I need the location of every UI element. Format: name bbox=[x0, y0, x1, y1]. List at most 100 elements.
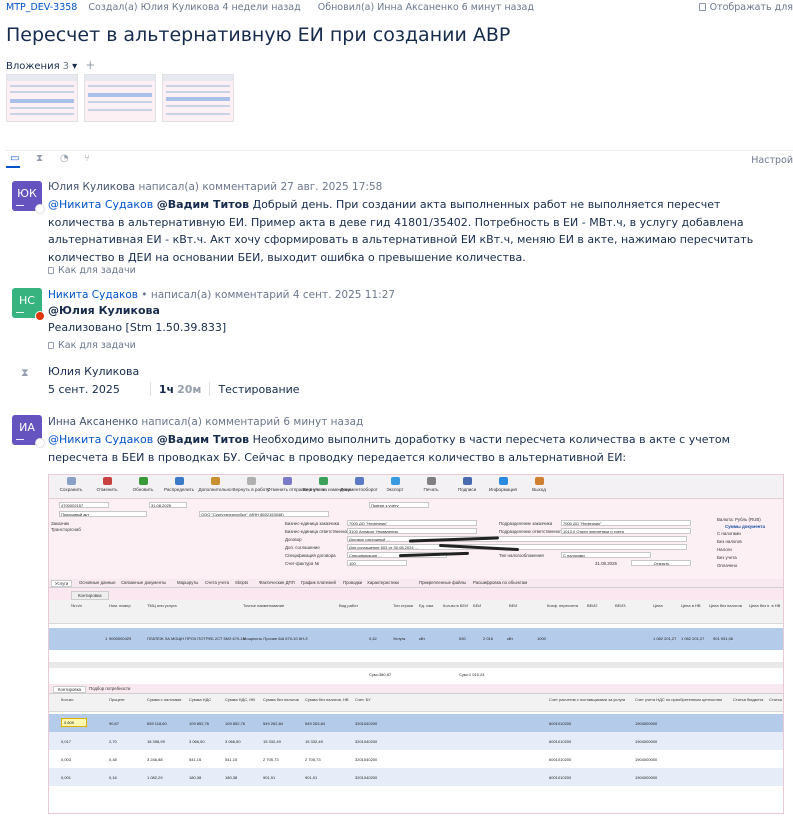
comment-author[interactable]: Никита Судаков bbox=[48, 289, 138, 301]
attachment-thumbnail[interactable] bbox=[84, 74, 156, 122]
screenshot-tab[interactable]: График платежей bbox=[301, 580, 336, 585]
toolbar-button[interactable]: Вернуть на изменение bbox=[303, 477, 351, 492]
form-label: Счет-фактура № bbox=[285, 561, 320, 566]
column-header[interactable]: Кол-во bbox=[61, 697, 73, 702]
form-label: Бизнес-единица заказчика bbox=[285, 521, 340, 526]
attachment-thumbnail[interactable] bbox=[162, 74, 234, 122]
column-header[interactable]: Цена без налогов bbox=[709, 603, 742, 608]
column-header[interactable]: Счет учета НДС по приобретенным ценностя… bbox=[635, 697, 722, 702]
screenshot-tab[interactable]: Skripts bbox=[235, 580, 248, 585]
form-label: Договор bbox=[285, 537, 302, 542]
screenshot-tab[interactable]: Связанные документы bbox=[121, 580, 166, 585]
mention-link[interactable]: @Вадим Титов bbox=[157, 198, 249, 211]
comment-text: Добрый день. При создании акта выполненн… bbox=[48, 198, 754, 264]
column-header[interactable]: Точное наименование bbox=[243, 603, 284, 608]
column-header[interactable]: Статья bbox=[769, 697, 782, 702]
tab-kontirovka[interactable]: Контировка bbox=[53, 686, 87, 693]
toolbar-button[interactable]: Обновить bbox=[123, 477, 163, 492]
column-header[interactable]: ВЕИ bbox=[509, 603, 517, 608]
column-header[interactable]: Цена в НВ bbox=[681, 603, 701, 608]
screenshot-tab[interactable]: Маршруты bbox=[177, 580, 198, 585]
open-button[interactable]: Открыть bbox=[631, 560, 691, 566]
toolbar-button[interactable]: Отменить bbox=[87, 477, 127, 492]
column-header[interactable]: ВЕИ2 bbox=[587, 603, 597, 608]
activity-settings-link[interactable]: Настрой bbox=[751, 155, 793, 166]
mention-link[interactable]: @Вадим Титов bbox=[157, 433, 249, 446]
avatar[interactable]: НС bbox=[12, 288, 45, 321]
column-header[interactable]: Коэф. пересчета bbox=[547, 603, 578, 608]
toolbar-button[interactable]: Распределить bbox=[159, 477, 199, 492]
column-header[interactable]: Сумма с налогами bbox=[147, 697, 181, 702]
comment-author[interactable]: Инна Аксаненко bbox=[48, 416, 138, 428]
mention-link[interactable]: @Никита Судаков bbox=[48, 433, 153, 446]
screenshot-tab[interactable]: Проводки bbox=[343, 580, 362, 585]
toolbar-button[interactable]: Сохранить bbox=[51, 477, 91, 492]
comment-author[interactable]: Юлия Куликова bbox=[48, 181, 135, 193]
toolbar-button[interactable]: Выход bbox=[519, 477, 559, 492]
toolbar-button[interactable]: Отменить отправки в учете bbox=[267, 477, 325, 492]
toolbar-button[interactable]: Документооборот bbox=[339, 477, 379, 492]
issue-title[interactable]: Пересчет в альтернативную ЕИ при создани… bbox=[6, 24, 510, 46]
scrollbar[interactable] bbox=[49, 662, 783, 668]
column-header[interactable]: № п/п bbox=[71, 603, 82, 608]
table-row[interactable]: 1 9000000429 ПЛАТЕЖ ЗА МОЩН ПРОЧ ПОТРЕБ 2С… bbox=[49, 628, 783, 650]
table-row[interactable]: 0,017 2,70 18 398,99 3 066,50 3 066,50 15 332… bbox=[49, 732, 783, 750]
comments-tab-icon[interactable]: ▭ bbox=[10, 153, 19, 164]
column-header[interactable]: Счет расчетов с поставщиками за услуги bbox=[549, 697, 625, 702]
column-header[interactable]: Тип строки bbox=[393, 603, 413, 608]
history-tab-icon[interactable]: ◔ bbox=[60, 153, 69, 164]
screenshot-tab[interactable]: Характеристики bbox=[367, 580, 399, 585]
table-row[interactable] bbox=[49, 650, 783, 662]
column-header[interactable]: БЕИ bbox=[473, 603, 481, 608]
screenshot-tab[interactable]: Счета учета bbox=[205, 580, 229, 585]
toolbar-button[interactable]: Информация bbox=[483, 477, 523, 492]
column-header[interactable]: Сумма НДС bbox=[189, 697, 211, 702]
form-label: Доп. соглашение bbox=[285, 545, 320, 550]
column-header[interactable]: Счет, БУ bbox=[355, 697, 371, 702]
table-row[interactable]: 0,001 0,16 1 082,29 180,38 180,38 901,91 901,9… bbox=[49, 768, 783, 786]
lock-icon bbox=[698, 3, 706, 11]
column-header[interactable]: Вид работ bbox=[339, 603, 358, 608]
screenshot-tab[interactable]: Прикрепленные файлы bbox=[419, 580, 466, 585]
column-header[interactable]: Цена bbox=[653, 603, 663, 608]
embedded-screenshot[interactable]: Сохранить Отменить Обновить Распределить Доп… bbox=[48, 474, 784, 814]
worklog-activity: Тестирование bbox=[218, 383, 300, 396]
avatar[interactable]: ЮК bbox=[12, 181, 45, 214]
tab-podbor[interactable]: Подбор потребности bbox=[89, 686, 130, 691]
table-row[interactable]: 0,609 90,67 659 118,60 109 852,76 109 852,76… bbox=[49, 714, 783, 732]
issue-key-link[interactable]: MTP_DEV-3358 bbox=[6, 2, 77, 13]
column-header[interactable]: Цена без н. в НВ bbox=[749, 603, 780, 608]
worklog-author[interactable]: Юлия Куликова bbox=[48, 365, 139, 378]
screenshot-tab[interactable]: Фактические ДПП bbox=[259, 580, 295, 585]
visibility-control[interactable]: Отображать для bbox=[698, 2, 793, 13]
column-header[interactable]: Статья бюджета bbox=[733, 697, 763, 702]
column-header[interactable]: ТМЦ или услуга bbox=[147, 603, 177, 608]
attachment-thumbnail[interactable] bbox=[6, 74, 78, 122]
column-header[interactable]: ВЕИ3 bbox=[615, 603, 625, 608]
toolbar-button[interactable]: Подписи bbox=[447, 477, 487, 492]
chevron-down-icon[interactable]: ▾ bbox=[72, 61, 77, 72]
toolbar-button[interactable]: Вернуть в работу bbox=[231, 477, 271, 492]
column-header[interactable]: Кол-во в БЕИ bbox=[443, 603, 468, 608]
add-attachment-button[interactable]: + bbox=[85, 58, 95, 72]
form-field: С налогами bbox=[561, 552, 651, 558]
screenshot-tab[interactable]: Основные данные bbox=[79, 580, 116, 585]
kontirovka-button[interactable]: Контировка bbox=[71, 591, 109, 600]
mention-link[interactable]: @Никита Судаков bbox=[48, 198, 153, 211]
toolbar-button[interactable]: Дополнительно bbox=[195, 477, 235, 492]
column-header[interactable]: Сумма НДС, НВ bbox=[225, 697, 255, 702]
mention-link[interactable]: @Юлия Куликова bbox=[48, 304, 160, 317]
avatar[interactable]: ИА bbox=[12, 415, 45, 448]
toolbar-button[interactable]: Экспорт bbox=[375, 477, 415, 492]
transitions-tab-icon[interactable]: ⑂ bbox=[84, 153, 90, 164]
column-header[interactable]: Ед. изм. bbox=[419, 603, 434, 608]
table-row[interactable]: 0,003 0,48 3 246,88 541,15 541,15 2 705,73 2 7… bbox=[49, 750, 783, 768]
column-header[interactable]: Процент bbox=[109, 697, 125, 702]
toolbar-button[interactable]: Печать bbox=[411, 477, 451, 492]
screenshot-tab[interactable]: Услуги bbox=[51, 580, 73, 587]
column-header[interactable]: Сумма без налогов, НВ bbox=[305, 697, 349, 702]
column-header[interactable]: Ном. номер bbox=[109, 603, 131, 608]
worklog-tab-icon[interactable]: ⧗ bbox=[36, 153, 43, 164]
column-header[interactable]: Сумма без налогов bbox=[263, 697, 299, 702]
screenshot-tab[interactable]: Расшифровка по объектам bbox=[473, 580, 527, 585]
